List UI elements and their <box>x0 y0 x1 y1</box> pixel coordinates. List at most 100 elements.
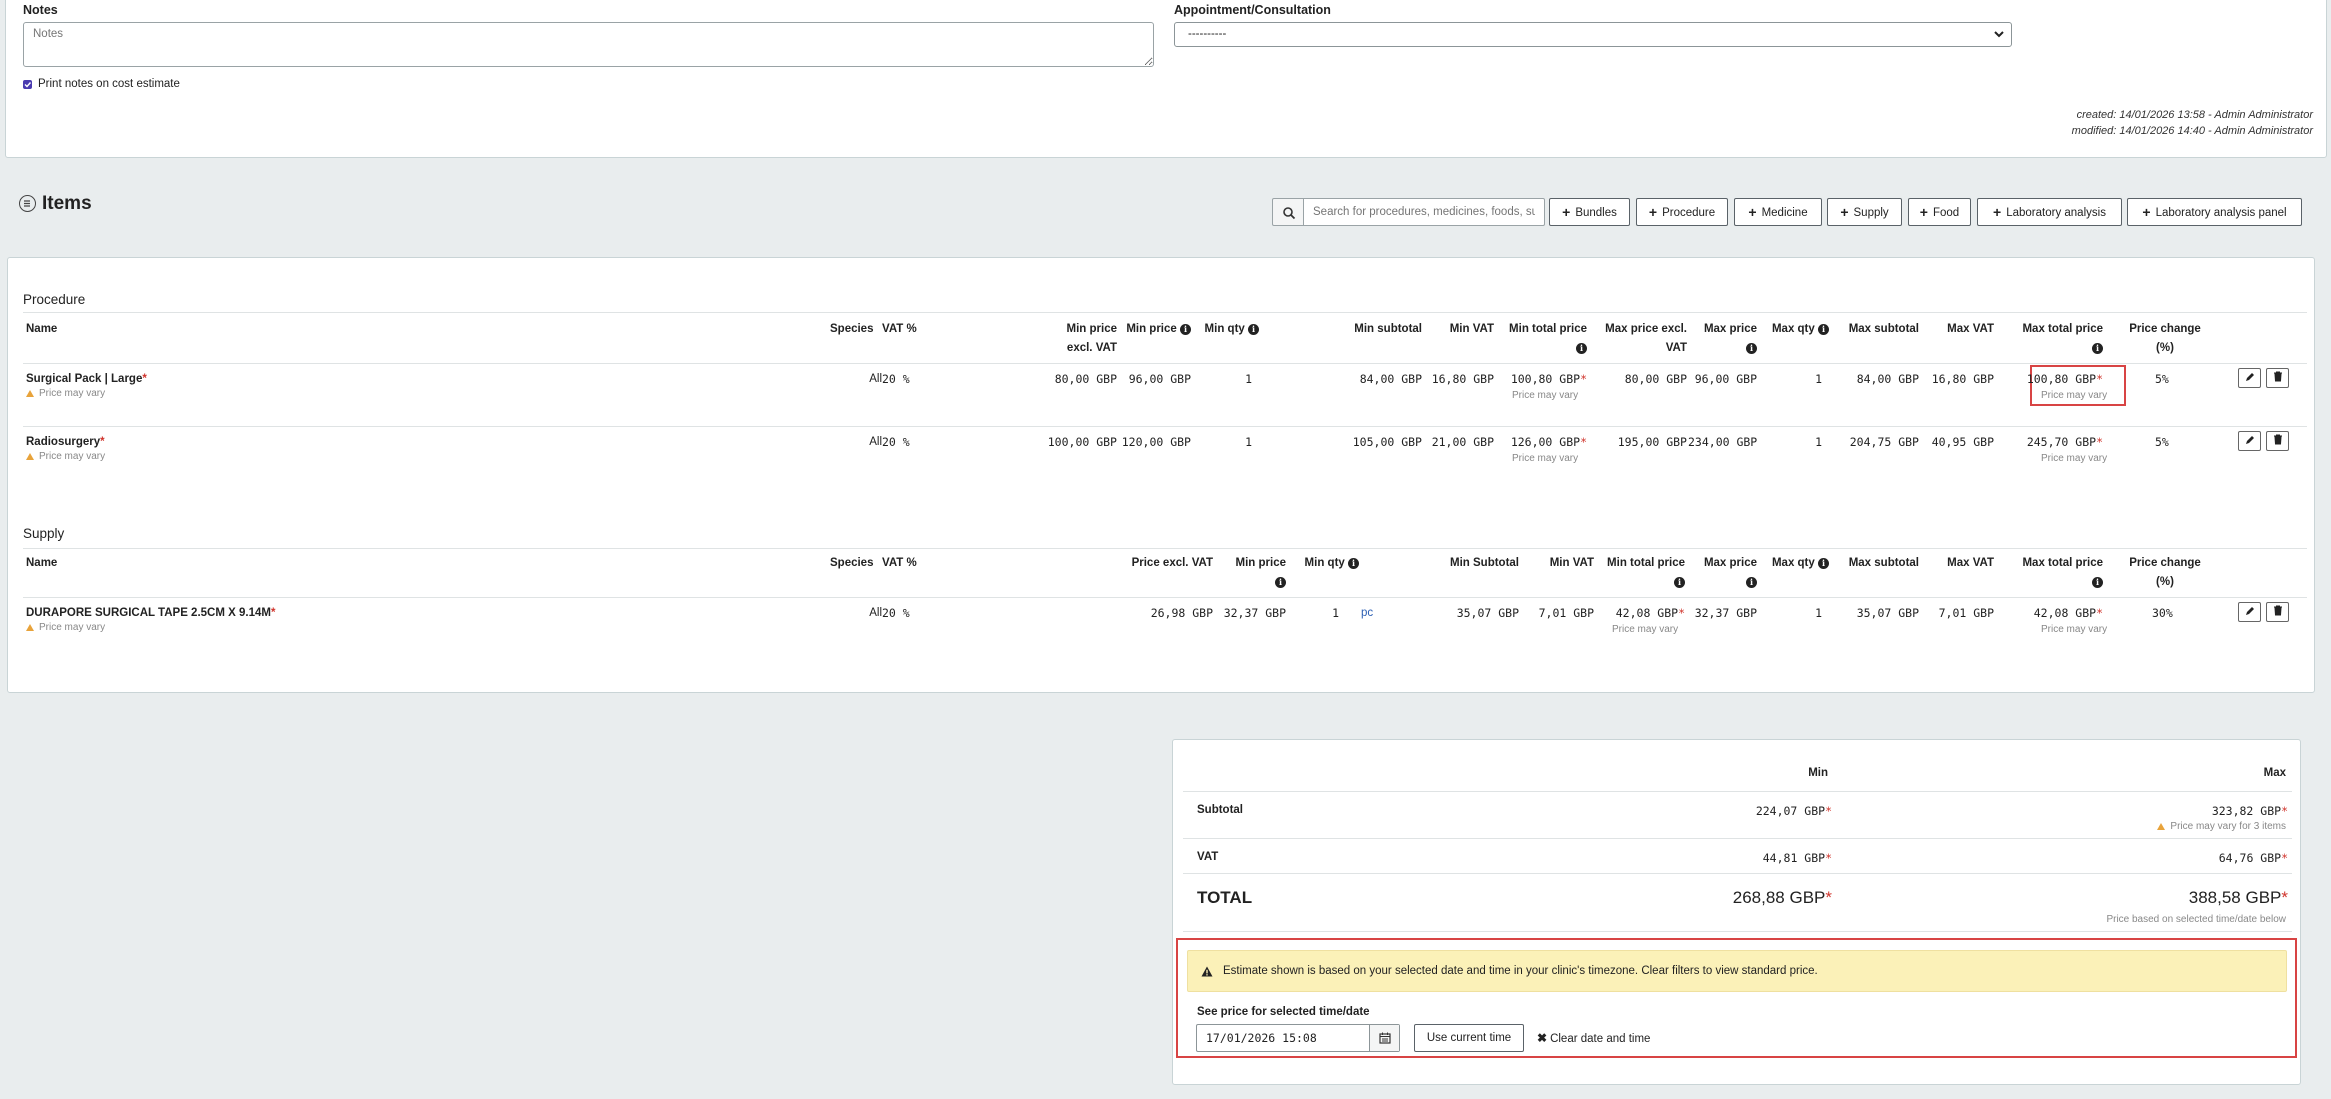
col-max-price-label: Max price <box>1703 323 1757 335</box>
col-min-total: Min total price i <box>1588 554 1685 592</box>
subtotal-max: 323,82 GBP* <box>2211 804 2288 818</box>
item-name[interactable]: Surgical Pack | Large* <box>26 371 147 387</box>
add-procedure-label: Procedure <box>1662 207 1716 219</box>
item-name[interactable]: DURAPORE SURGICAL TAPE 2.5CM X 9.14M* <box>26 605 275 621</box>
max-subtotal-cell: 204,75 GBP <box>1849 435 1919 449</box>
edit-button[interactable] <box>2238 602 2261 622</box>
max-vat-cell: 40,95 GBP <box>1931 435 1994 449</box>
items-card: Procedure Name Species VAT % Min price e… <box>7 257 2315 693</box>
details-card: Notes Appointment/Consultation ---------… <box>5 0 2327 158</box>
delete-button[interactable] <box>2266 602 2289 622</box>
col-price-change: Price change (%) <box>2125 320 2205 358</box>
col-min-qty: Min qty i <box>1188 320 1259 339</box>
max-price-excl-cell: 80,00 GBP <box>1624 372 1687 386</box>
subtotal-vary-text: Price may vary for 3 items <box>2170 821 2286 832</box>
add-procedure-button[interactable]: + Procedure <box>1636 198 1728 226</box>
col-price-change: Price change (%) <box>2125 554 2205 592</box>
min-price-cell: 32,37 GBP <box>1223 606 1286 620</box>
col-max-price: Max price i <box>1688 554 1757 592</box>
divider <box>1183 838 2292 839</box>
info-icon[interactable]: i <box>1746 577 1757 588</box>
price-vary-note: Price may vary <box>2041 624 2108 635</box>
col-name: Name <box>26 557 58 569</box>
max-vat-cell: 16,80 GBP <box>1931 372 1994 386</box>
col-min-price-excl: Min price excl. VAT <box>1003 320 1117 358</box>
total-min-value: 268,88 GBP <box>1732 888 1826 907</box>
add-food-button[interactable]: + Food <box>1908 198 1971 226</box>
info-icon[interactable]: i <box>1674 577 1685 588</box>
vat-max-value: 64,76 GBP <box>2218 851 2282 865</box>
use-current-time-button[interactable]: Use current time <box>1414 1024 1524 1052</box>
add-bundles-button[interactable]: + Bundles <box>1549 198 1630 226</box>
min-price-cell: 96,00 GBP <box>1128 372 1191 386</box>
price-vary-note: Price may vary <box>1612 624 1679 635</box>
info-icon[interactable]: i <box>1275 577 1286 588</box>
edit-button[interactable] <box>2238 431 2261 451</box>
add-lab-analysis-button[interactable]: + Laboratory analysis <box>1977 198 2122 226</box>
price-vary-text: Price may vary <box>39 622 106 633</box>
close-icon: ✖ <box>1537 1031 1548 1045</box>
min-subtotal-cell: 84,00 GBP <box>1359 372 1422 386</box>
species-cell: All <box>869 373 882 385</box>
clear-date-button[interactable]: ✖ Clear date and time <box>1537 1031 1650 1045</box>
summary-max-header: Max <box>2263 767 2286 779</box>
max-subtotal-cell: 84,00 GBP <box>1856 372 1919 386</box>
alert-text: Estimate shown is based on your selected… <box>1223 965 1818 977</box>
search-input[interactable] <box>1303 198 1545 226</box>
col-price-change-line1: Price change <box>2129 323 2201 335</box>
max-subtotal-cell: 35,07 GBP <box>1856 606 1919 620</box>
col-max-total-label: Max total price <box>2022 557 2103 569</box>
col-min-price: Min price i <box>1116 320 1191 339</box>
col-max-price: Max price i <box>1688 320 1757 358</box>
min-subtotal-cell: 35,07 GBP <box>1456 606 1519 620</box>
info-icon[interactable]: i <box>2092 577 2103 588</box>
max-total-value: 245,70 GBP <box>2026 435 2097 449</box>
col-min-vat: Min VAT <box>1449 323 1494 335</box>
min-price-excl-cell: 100,00 GBP <box>1047 435 1117 449</box>
col-vat: VAT % <box>882 323 917 335</box>
appointment-select[interactable]: ---------- <box>1174 22 2012 47</box>
min-qty-cell: 1 <box>1245 435 1252 449</box>
datetime-field[interactable]: 17/01/2026 15:08 <box>1196 1024 1400 1052</box>
price-vary-note: Price may vary <box>26 622 105 633</box>
delete-button[interactable] <box>2266 431 2289 451</box>
warning-icon <box>26 390 34 397</box>
max-total-value: 100,80 GBP <box>2026 372 2097 386</box>
info-icon[interactable]: i <box>1746 343 1757 354</box>
col-max-price-excl-line2: VAT <box>1665 342 1687 354</box>
calendar-icon[interactable] <box>1369 1025 1399 1051</box>
add-lab-panel-label: Laboratory analysis panel <box>2155 207 2287 219</box>
delete-button[interactable] <box>2266 368 2289 388</box>
info-icon[interactable]: i <box>1248 324 1259 335</box>
col-price-change-line2: (%) <box>2156 342 2174 354</box>
add-lab-panel-button[interactable]: + Laboratory analysis panel <box>2127 198 2302 226</box>
add-medicine-button[interactable]: + Medicine <box>1734 198 1822 226</box>
search-icon[interactable] <box>1272 198 1304 226</box>
max-price-cell: 32,37 GBP <box>1694 606 1757 620</box>
col-min-price-excl-line2: excl. VAT <box>1066 342 1117 354</box>
divider <box>23 597 2307 598</box>
min-total-cell: 42,08 GBP* <box>1615 606 1685 620</box>
trash-icon <box>2273 605 2283 619</box>
min-total-value: 100,80 GBP <box>1510 372 1581 386</box>
notes-textarea[interactable] <box>23 22 1154 67</box>
col-max-total-label: Max total price <box>2022 323 2103 335</box>
summary-min-header: Min <box>1808 767 1828 779</box>
print-notes-checkbox[interactable] <box>23 80 32 89</box>
edit-button[interactable] <box>2238 368 2261 388</box>
unit-link[interactable]: pc <box>1361 605 1373 621</box>
col-max-vat: Max VAT <box>1947 323 1994 335</box>
max-total-value: 42,08 GBP <box>2033 606 2097 620</box>
item-name-text: Radiosurgery <box>26 436 101 448</box>
add-supply-label: Supply <box>1853 207 1889 219</box>
item-name[interactable]: Radiosurgery* <box>26 434 105 450</box>
min-qty-cell: 1 <box>1332 606 1339 620</box>
subtotal-max-value: 323,82 GBP <box>2211 804 2282 818</box>
add-supply-button[interactable]: + Supply <box>1827 198 1902 226</box>
info-icon[interactable]: i <box>1348 558 1359 569</box>
col-max-price-excl: Max price excl. VAT <box>1578 320 1687 358</box>
info-icon[interactable]: i <box>2092 343 2103 354</box>
col-min-price: Min price i <box>1208 554 1286 592</box>
items-icon <box>19 195 36 212</box>
col-min-price-excl-line1: Min price <box>1066 323 1117 335</box>
